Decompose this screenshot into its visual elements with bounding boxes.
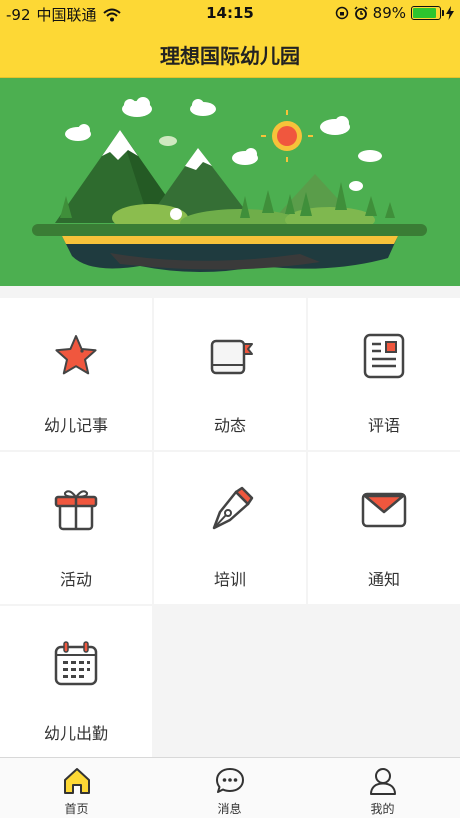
app-screen: -92 中国联通 14:15 89% 理想国际幼儿园 幼儿记事 动态 评语 活动… [0, 0, 460, 818]
tab-bar: 首页 消息 我的 [0, 757, 460, 818]
message-icon [215, 768, 244, 793]
book-icon [210, 339, 253, 375]
menu-item-activities[interactable]: 活动 [0, 452, 152, 604]
menu-item-training[interactable]: 培训 [154, 452, 306, 604]
tab-label: 首页 [64, 802, 89, 816]
tab-profile[interactable]: 我的 [306, 758, 459, 818]
battery-percent: 89% [372, 4, 406, 22]
header: -92 中国联通 14:15 89% 理想国际幼儿园 [0, 0, 460, 78]
menu-item-attendance[interactable]: 幼儿出勤 [0, 606, 152, 758]
home-icon [63, 768, 90, 794]
gift-icon [54, 490, 98, 531]
menu-item-news[interactable]: 动态 [154, 298, 306, 450]
menu-item-notices[interactable]: 通知 [308, 452, 460, 604]
orientation-lock-icon [335, 6, 348, 20]
menu-label: 培训 [213, 570, 246, 589]
page-title: 理想国际幼儿园 [160, 44, 300, 68]
tab-label: 消息 [217, 802, 242, 816]
charging-icon [446, 6, 454, 20]
pen-icon [212, 486, 254, 530]
menu-label: 评语 [367, 416, 400, 435]
document-icon [363, 333, 405, 379]
menu-label: 动态 [213, 416, 246, 435]
status-bar: -92 中国联通 14:15 89% [0, 0, 460, 26]
calendar-icon [54, 641, 98, 686]
menu-label: 活动 [59, 570, 92, 589]
menu-label: 幼儿出勤 [43, 724, 108, 743]
alarm-icon [354, 6, 368, 20]
star-icon [55, 335, 97, 375]
menu-item-child-notes[interactable]: 幼儿记事 [0, 298, 152, 450]
menu-label: 幼儿记事 [43, 416, 108, 435]
tab-home[interactable]: 首页 [0, 758, 153, 818]
menu-label: 通知 [367, 570, 400, 589]
feature-grid: 幼儿记事 动态 评语 活动 培训 通知 幼儿出勤 [0, 298, 460, 758]
banner-image [0, 78, 460, 286]
tab-label: 我的 [370, 802, 395, 816]
battery-icon [411, 6, 444, 20]
tab-messages[interactable]: 消息 [153, 758, 306, 818]
menu-item-comments[interactable]: 评语 [308, 298, 460, 450]
user-icon [369, 768, 396, 795]
landscape-illustration [32, 97, 427, 272]
envelope-icon [361, 492, 407, 528]
